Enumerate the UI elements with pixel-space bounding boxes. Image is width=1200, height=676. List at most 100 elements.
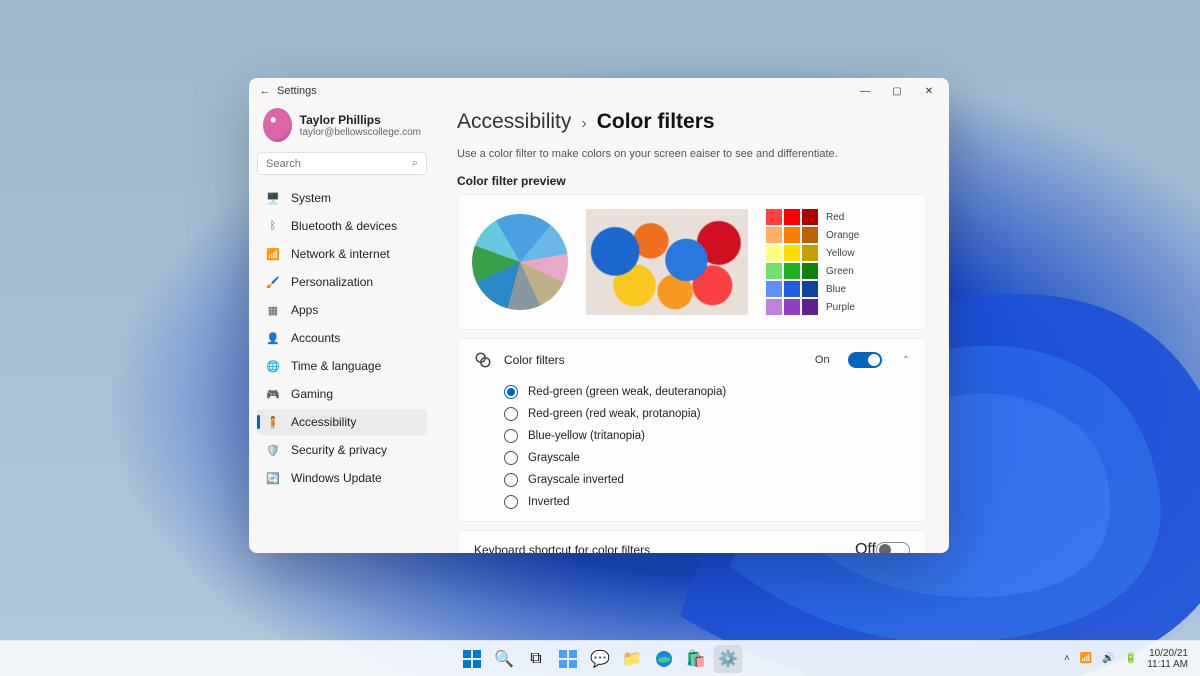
taskbar-search-icon[interactable]: 🔍 — [490, 645, 518, 673]
sidebar-item-system[interactable]: 🖥️ System — [257, 185, 427, 211]
file-explorer-icon[interactable]: 📁 — [618, 645, 646, 673]
preview-card: RedOrangeYellowGreenBluePurple — [457, 194, 927, 330]
chevron-right-icon: › — [581, 115, 586, 133]
nav-icon: 📶 — [265, 246, 281, 262]
filter-option[interactable]: Red-green (red weak, protanopia) — [504, 407, 910, 421]
edge-icon[interactable] — [650, 645, 678, 673]
search-box[interactable]: ⌕ — [257, 152, 427, 175]
sidebar-item-windows-update[interactable]: 🔄 Windows Update — [257, 465, 427, 491]
tray-chevron-icon[interactable]: ˄ — [1064, 653, 1070, 664]
filter-option[interactable]: Inverted — [504, 495, 910, 509]
minimize-button[interactable]: — — [849, 79, 881, 103]
user-name: Taylor Phillips — [300, 113, 421, 127]
filter-option[interactable]: Blue-yellow (tritanopia) — [504, 429, 910, 443]
swatch — [802, 299, 818, 315]
nav-icon: 🖥️ — [265, 190, 281, 206]
sidebar-item-accounts[interactable]: 👤 Accounts — [257, 325, 427, 351]
radio-label: Blue-yellow (tritanopia) — [528, 430, 645, 442]
nav-label: Windows Update — [291, 471, 382, 485]
radio-label: Red-green (green weak, deuteranopia) — [528, 386, 726, 398]
content-pane: Accessibility › Color filters Use a colo… — [435, 104, 949, 553]
tray-time: 11:11 AM — [1147, 659, 1188, 670]
nav-label: Apps — [291, 303, 318, 317]
swatch-label: Red — [826, 212, 859, 223]
sidebar-item-network-internet[interactable]: 📶Network & internet — [257, 241, 427, 267]
nav-label: Security & privacy — [291, 443, 387, 457]
nav-label: System — [291, 191, 331, 205]
battery-icon[interactable]: 🔋 — [1125, 653, 1137, 664]
sidebar-item-apps[interactable]: ▦ Apps — [257, 297, 427, 323]
user-profile[interactable]: Taylor Phillips taylor@bellowscollege.co… — [257, 104, 427, 152]
nav-list: 🖥️ System ᛒBluetooth & devices📶Network & i… — [257, 185, 427, 491]
sidebar-item-gaming[interactable]: 🎮Gaming — [257, 381, 427, 407]
keyboard-shortcut-toggle[interactable] — [876, 542, 910, 553]
radio-icon — [504, 495, 518, 509]
radio-icon — [504, 407, 518, 421]
keyboard-shortcut-row[interactable]: Keyboard shortcut for color filters Off — [458, 531, 926, 553]
swatch — [784, 263, 800, 279]
filter-option[interactable]: Red-green (green weak, deuteranopia) — [504, 385, 910, 399]
nav-icon: 👤 — [265, 330, 281, 346]
swatch — [802, 263, 818, 279]
swatch-label: Blue — [826, 284, 859, 295]
sidebar-item-accessibility[interactable]: 🧍 Accessibility — [257, 409, 427, 435]
nav-label: Accounts — [291, 331, 340, 345]
breadcrumb-parent[interactable]: Accessibility — [457, 110, 571, 134]
radio-label: Red-green (red weak, protanopia) — [528, 408, 701, 420]
wifi-icon[interactable]: 📶 — [1080, 653, 1092, 664]
preview-label: Color filter preview — [457, 174, 927, 188]
sidebar-item-bluetooth-devices[interactable]: ᛒBluetooth & devices — [257, 213, 427, 239]
breadcrumb-current: Color filters — [597, 110, 715, 134]
radio-label: Grayscale — [528, 452, 580, 464]
nav-icon: 🧍 — [265, 414, 281, 430]
nav-icon: 🌐 — [265, 358, 281, 374]
swatch — [766, 245, 782, 261]
swatch — [802, 245, 818, 261]
page-description: Use a color filter to make colors on you… — [457, 148, 927, 160]
color-filters-toggle-row[interactable]: Color filters On ⌃ — [458, 339, 926, 381]
color-filters-card: Color filters On ⌃ Red-green (green weak… — [457, 338, 927, 522]
nav-icon: 🔄 — [265, 470, 281, 486]
chevron-down-icon[interactable]: ⌃ — [902, 355, 910, 366]
back-button[interactable]: ← — [253, 85, 277, 97]
search-icon: ⌕ — [412, 157, 418, 170]
nav-icon: 🛡️ — [265, 442, 281, 458]
search-input[interactable] — [266, 158, 412, 170]
filter-option[interactable]: Grayscale — [504, 451, 910, 465]
chat-icon[interactable]: 💬 — [586, 645, 614, 673]
task-view-icon[interactable]: ⧉ — [522, 645, 550, 673]
taskbar: 🔍 ⧉ 💬 📁 🛍️ ⚙️ ˄ 📶 🔊 🔋 10/20/21 11:11 AM — [0, 640, 1200, 676]
clock[interactable]: 10/20/21 11:11 AM — [1147, 648, 1188, 670]
nav-label: Personalization — [291, 275, 373, 289]
swatch — [802, 209, 818, 225]
maximize-button[interactable]: ▢ — [881, 79, 913, 103]
radio-label: Inverted — [528, 496, 570, 508]
nav-icon: ▦ — [265, 302, 281, 318]
filter-icon — [474, 351, 492, 369]
nav-label: Accessibility — [291, 415, 356, 429]
swatch — [784, 227, 800, 243]
sidebar-item-security-privacy[interactable]: 🛡️ Security & privacy — [257, 437, 427, 463]
breadcrumb: Accessibility › Color filters — [457, 110, 927, 134]
kb-state: Off — [855, 541, 876, 553]
settings-taskbar-icon[interactable]: ⚙️ — [714, 645, 742, 673]
sidebar-item-personalization[interactable]: 🖌️Personalization — [257, 269, 427, 295]
close-button[interactable]: ✕ — [913, 79, 945, 103]
toggle-state: On — [815, 354, 830, 366]
filter-option[interactable]: Grayscale inverted — [504, 473, 910, 487]
swatch — [784, 281, 800, 297]
sidebar: Taylor Phillips taylor@bellowscollege.co… — [249, 104, 435, 553]
widgets-icon[interactable] — [554, 645, 582, 673]
keyboard-shortcut-card: Keyboard shortcut for color filters Off — [457, 530, 927, 553]
taskbar-center: 🔍 ⧉ 💬 📁 🛍️ ⚙️ — [458, 645, 742, 673]
swatch — [784, 245, 800, 261]
swatch — [802, 281, 818, 297]
radio-icon — [504, 385, 518, 399]
store-icon[interactable]: 🛍️ — [682, 645, 710, 673]
titlebar: ← Settings — ▢ ✕ — [249, 78, 949, 104]
volume-icon[interactable]: 🔊 — [1102, 653, 1114, 664]
swatch — [766, 281, 782, 297]
sidebar-item-time-language[interactable]: 🌐Time & language — [257, 353, 427, 379]
color-filters-toggle[interactable] — [848, 352, 882, 368]
start-button[interactable] — [458, 645, 486, 673]
